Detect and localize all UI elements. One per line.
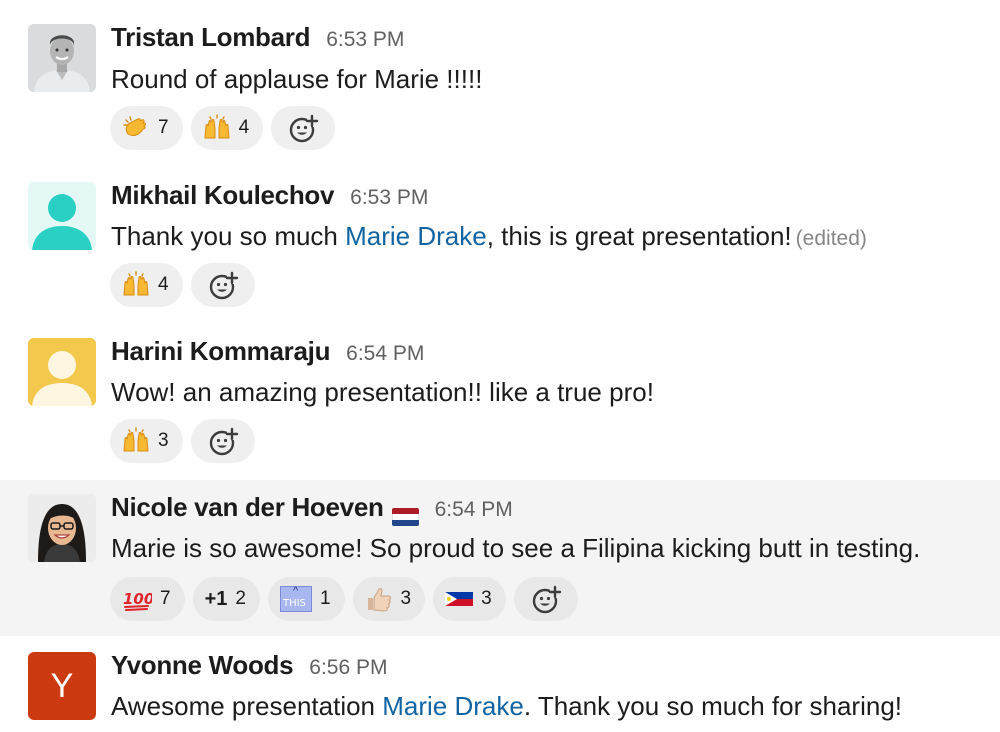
raising-hands-icon (203, 114, 231, 142)
message-text-before: Thank you so much (111, 221, 346, 251)
avatar[interactable] (28, 494, 96, 562)
reaction-hundred-points[interactable]: 100 7 (110, 577, 185, 621)
reaction-thumbs-up[interactable]: 3 (352, 577, 426, 621)
edited-label: (edited) (795, 227, 867, 250)
message-text: Wow! an amazing presentation!! like a tr… (111, 377, 654, 407)
add-reaction-button[interactable] (513, 577, 578, 621)
this-up-icon: ^ THIS (279, 585, 312, 612)
clapping-hands-icon (122, 114, 150, 142)
message-text: Marie is so awesome! So proud to see a F… (111, 533, 921, 563)
reaction-clapping-hands[interactable]: 7 (110, 106, 183, 150)
reaction-count: 2 (235, 588, 246, 609)
avatar-letter: Y (50, 666, 74, 705)
hundred-points-icon: 100 (122, 585, 152, 613)
message-nicole-van-der-hoeven: Nicole van der Hoeven 6:54 PM Marie is s… (0, 480, 1000, 636)
message-text: Round of applause for Marie !!!!! (111, 64, 483, 94)
message-tristan-lombard: Tristan Lombard 6:53 PM Round of applaus… (0, 0, 1000, 168)
avatar[interactable]: Y (28, 652, 96, 720)
author-name[interactable]: Harini Kommaraju (111, 336, 330, 367)
reaction-bar: 100 7 +1 2 ^ THIS 1 3 3 (110, 577, 578, 621)
reaction-count: 1 (319, 588, 331, 609)
author-name[interactable]: Tristan Lombard (111, 22, 311, 53)
avatar[interactable] (28, 182, 96, 250)
add-reaction-icon (209, 271, 238, 300)
reaction-count: 7 (158, 117, 169, 138)
reaction-bar: 4 (110, 263, 255, 307)
reaction-flag-philippines[interactable]: 3 (433, 577, 506, 621)
reaction-bar: 7 4 (110, 106, 336, 150)
author-name[interactable]: Nicole van der Hoeven (111, 492, 384, 523)
avatar[interactable] (28, 24, 96, 92)
message-text: Thank you so much Marie Drake, this is g… (111, 221, 867, 252)
reaction-count: 3 (158, 430, 169, 451)
reaction-count: 3 (481, 588, 492, 609)
reaction-raising-hands[interactable]: 3 (110, 419, 183, 463)
message-text-after: , this is great presentation! (486, 221, 792, 251)
add-reaction-icon (289, 114, 319, 143)
thumbs-up-icon (365, 585, 393, 613)
add-reaction-icon (209, 427, 238, 456)
timestamp[interactable]: 6:53 PM (350, 186, 428, 210)
raising-hands-icon (122, 427, 150, 455)
add-reaction-button[interactable] (190, 263, 255, 307)
timestamp[interactable]: 6:54 PM (346, 342, 424, 366)
reaction-this-up[interactable]: ^ THIS 1 (267, 577, 345, 621)
message-text: Awesome presentation Marie Drake. Thank … (111, 691, 902, 722)
author-name[interactable]: Mikhail Koulechov (111, 180, 334, 211)
reaction-count: 7 (160, 588, 171, 609)
philippines-flag-icon (445, 585, 474, 613)
reaction-count: 4 (238, 117, 250, 138)
timestamp[interactable]: 6:54 PM (435, 498, 513, 522)
timestamp[interactable]: 6:56 PM (309, 656, 387, 680)
reaction-raising-hands[interactable]: 4 (110, 263, 183, 307)
reaction-count: 4 (158, 274, 169, 295)
reaction-bar: 3 (110, 419, 255, 463)
message-yvonne-woods: Y Yvonne Woods 6:56 PM Awesome presentat… (0, 636, 1000, 732)
message-mikhail-koulechov: Mikhail Koulechov 6:53 PM Thank you so m… (0, 168, 1000, 324)
raising-hands-icon (122, 271, 150, 299)
timestamp[interactable]: 6:53 PM (326, 28, 404, 52)
message-text-after: . Thank you so much for sharing! (523, 691, 902, 721)
plus-one-icon: +1 (204, 587, 228, 610)
reaction-raising-hands[interactable]: 4 (190, 106, 264, 150)
netherlands-flag-icon (391, 508, 419, 526)
message-harini-kommaraju: Harini Kommaraju 6:54 PM Wow! an amazing… (0, 324, 1000, 480)
user-mention[interactable]: Marie Drake (382, 691, 524, 721)
user-mention[interactable]: Marie Drake (345, 221, 487, 251)
add-reaction-button[interactable] (190, 419, 255, 463)
reaction-count: 3 (400, 588, 412, 609)
avatar[interactable] (28, 338, 96, 406)
reaction-plus-one[interactable]: +1 2 (192, 577, 260, 621)
author-name[interactable]: Yvonne Woods (111, 650, 294, 681)
add-reaction-icon (532, 585, 561, 614)
add-reaction-button[interactable] (271, 106, 336, 150)
message-text-before: Awesome presentation (111, 691, 383, 721)
